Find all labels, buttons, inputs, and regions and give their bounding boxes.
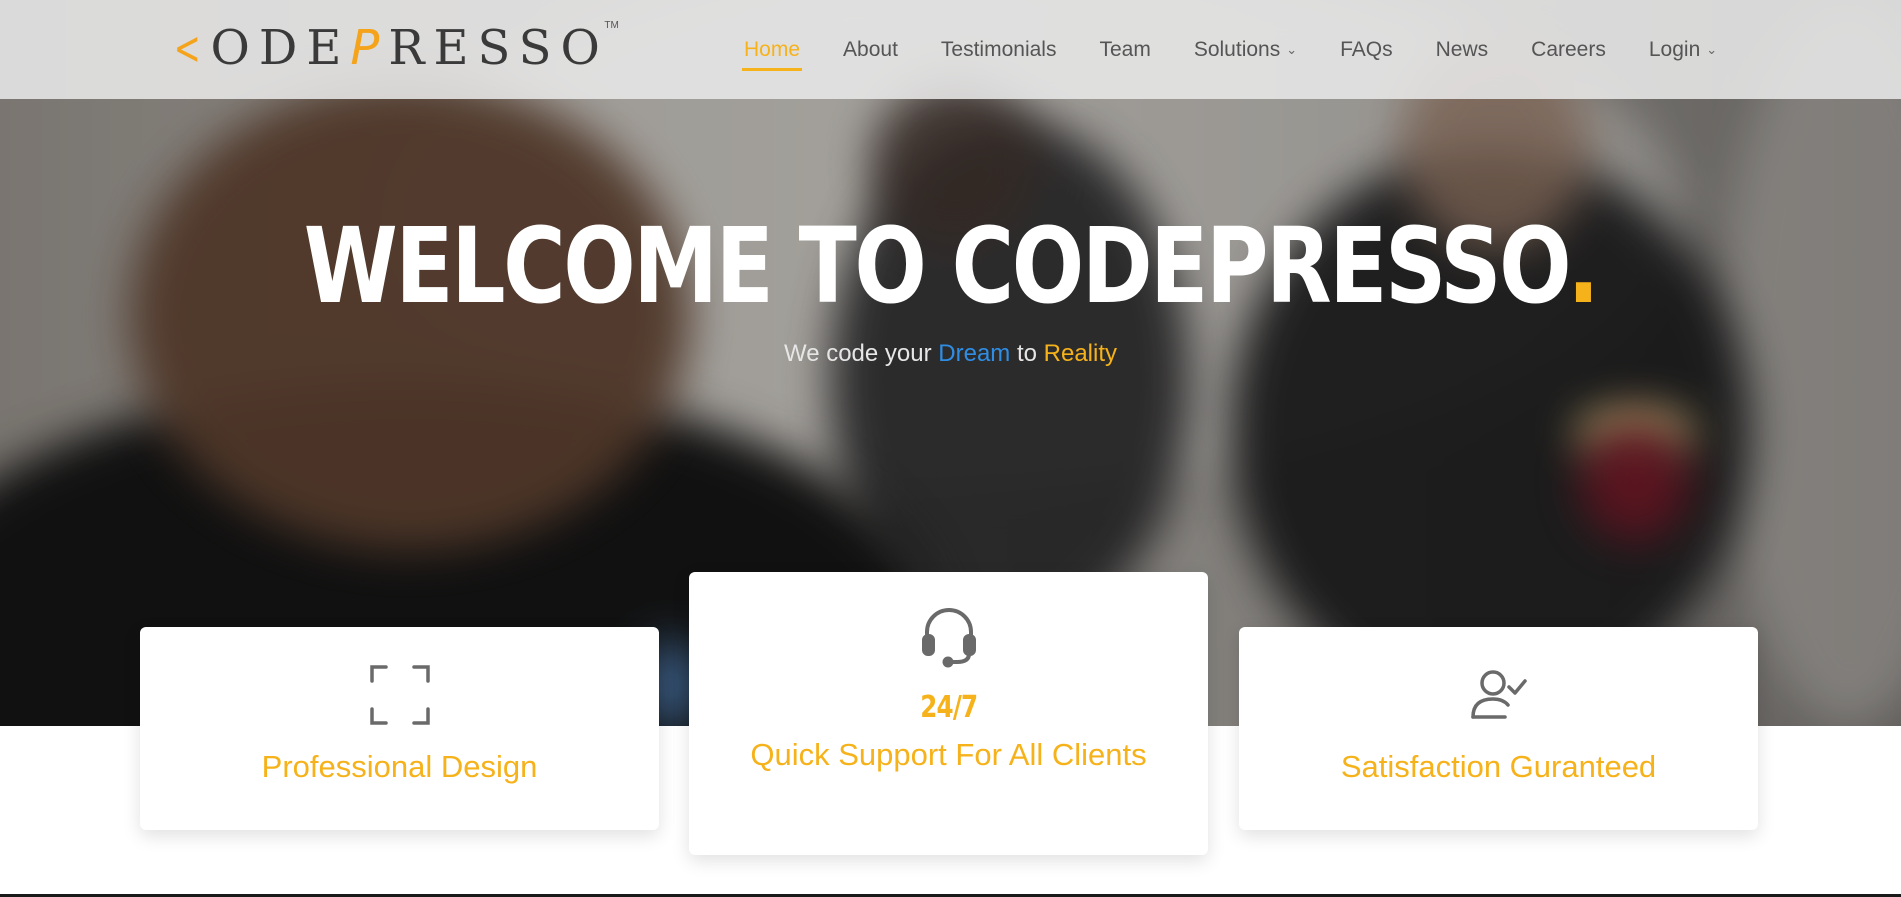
- nav-item-home[interactable]: Home: [741, 0, 803, 99]
- site-logo[interactable]: < ODE P RESSO TM: [168, 20, 619, 76]
- nav-item-testimonials[interactable]: Testimonials: [941, 0, 1057, 99]
- expand-frame-icon: [369, 665, 430, 725]
- nav-item-login[interactable]: Login ⌄: [1649, 0, 1717, 99]
- nav-item-solutions[interactable]: Solutions ⌄: [1194, 0, 1297, 99]
- feature-card-design: Professional Design: [140, 627, 659, 830]
- user-check-icon: [1470, 670, 1527, 719]
- feature-card-support: 24/7 Quick Support For All Clients: [689, 572, 1208, 855]
- nav-item-faqs[interactable]: FAQs: [1340, 0, 1393, 99]
- hero-title: WELCOME TO CODEPRESSO.: [303, 205, 1600, 327]
- nav-item-careers[interactable]: Careers: [1531, 0, 1606, 99]
- feature-title: Satisfaction Guranteed: [1340, 749, 1657, 784]
- chevron-down-icon: ⌄: [1286, 41, 1298, 57]
- main-nav: Home About Testimonials Team Solutions ⌄…: [741, 0, 1760, 99]
- logo-chevron-icon: <: [173, 21, 201, 75]
- chevron-down-icon: ⌄: [1706, 41, 1718, 57]
- feature-title: Professional Design: [261, 749, 538, 784]
- site-header: < ODE P RESSO TM Home About Testimonials Te…: [0, 0, 1901, 99]
- feature-card-satisfaction: Satisfaction Guranteed: [1239, 627, 1758, 830]
- feature-title: Quick Support For All Clients: [750, 737, 1147, 772]
- nav-item-team[interactable]: Team: [1099, 0, 1150, 99]
- hero-subtitle: We code your Dream to Reality: [783, 340, 1118, 367]
- nav-item-about[interactable]: About: [843, 0, 898, 99]
- support-stat: 24/7: [919, 690, 978, 725]
- hero-title-dot: .: [1567, 205, 1599, 327]
- nav-item-news[interactable]: News: [1436, 0, 1489, 99]
- headset-icon: [921, 608, 976, 668]
- trademark: TM: [604, 20, 619, 31]
